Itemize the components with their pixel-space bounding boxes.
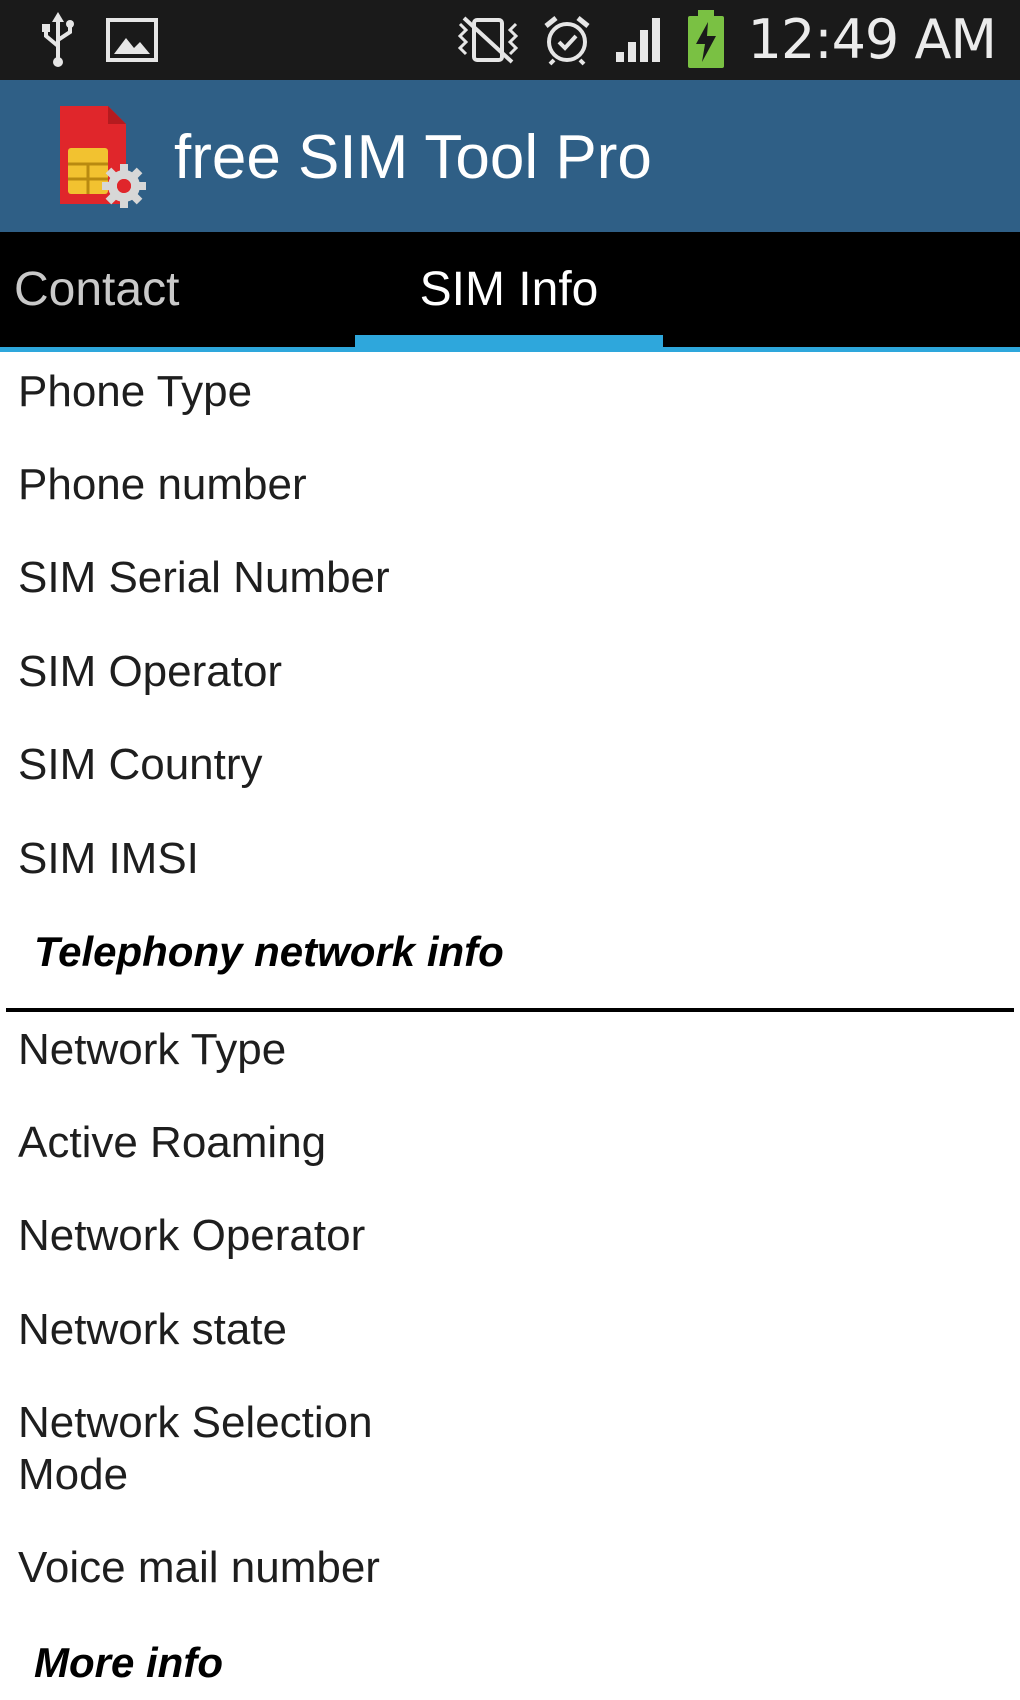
- info-row-sim-operator: SIM Operator: [18, 647, 283, 696]
- tab-sim-info-label: SIM Info: [419, 263, 599, 316]
- info-row-voice-mail-number: Voice mail number: [18, 1543, 380, 1592]
- info-row-sim-country: SIM Country: [18, 740, 263, 789]
- app-bar: free SIM Tool Pro: [0, 80, 1020, 232]
- alarm-icon: [542, 14, 592, 66]
- section-header-more-info: More info: [34, 1639, 223, 1686]
- tab-bar: Contact SIM Info: [0, 232, 1020, 352]
- battery-charging-icon: [686, 10, 726, 70]
- status-right-icons: 12:49 AM: [456, 8, 997, 72]
- section-divider: [6, 1008, 1014, 1012]
- usb-icon: [40, 12, 76, 68]
- tab-sim-info[interactable]: SIM Info: [355, 232, 663, 347]
- tab-selected-indicator: [355, 335, 663, 347]
- image-icon: [106, 18, 158, 62]
- status-left-icons: [40, 12, 158, 68]
- tab-contact[interactable]: Contact: [14, 232, 179, 347]
- info-row-sim-imsi: SIM IMSI: [18, 834, 199, 883]
- sim-info-content[interactable]: Phone Type Phone number SIM Serial Numbe…: [0, 352, 1020, 1700]
- info-row-phone-number: Phone number: [18, 460, 307, 509]
- info-row-phone-type: Phone Type: [18, 367, 253, 416]
- info-row-network-type: Network Type: [18, 1025, 287, 1074]
- section-header-telephony: Telephony network info: [34, 928, 504, 975]
- info-row-network-operator: Network Operator: [18, 1211, 366, 1260]
- tab-contact-label: Contact: [14, 263, 180, 316]
- info-row-network-state: Network state: [18, 1305, 287, 1354]
- status-clock: 12:49 AM: [747, 8, 997, 71]
- sim-card-gear-icon[interactable]: [56, 104, 152, 212]
- app-title: free SIM Tool Pro: [174, 123, 652, 192]
- info-row-sim-serial-number: SIM Serial Number: [18, 553, 390, 602]
- info-row-network-selection-mode: Network Selection Mode: [18, 1398, 373, 1499]
- status-bar: 12:49 AM: [0, 0, 1020, 80]
- vibrate-icon: [456, 16, 520, 64]
- signal-icon: [614, 16, 664, 64]
- info-row-active-roaming: Active Roaming: [18, 1118, 327, 1167]
